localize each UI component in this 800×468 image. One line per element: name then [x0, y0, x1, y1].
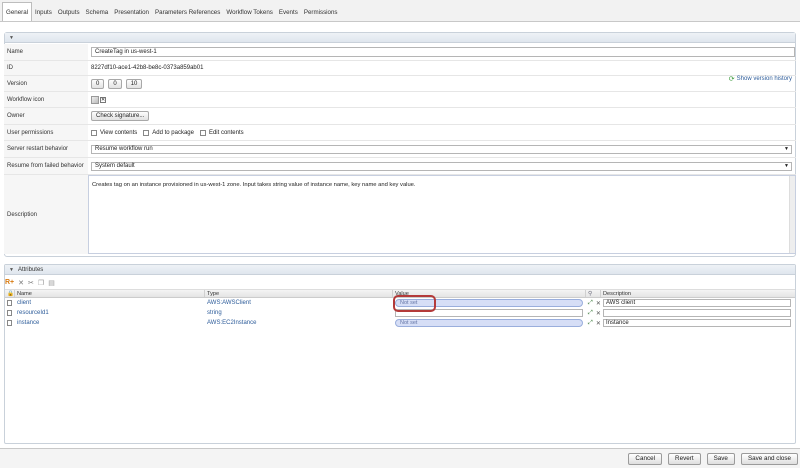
- attribute-value[interactable]: Not set: [395, 319, 583, 327]
- name-row: Name CreateTag in us-west-1: [4, 44, 796, 61]
- view-contents-checkbox[interactable]: [91, 129, 97, 136]
- general-panel-header[interactable]: ▼: [5, 33, 795, 43]
- collapse-caret-icon[interactable]: ▼: [9, 267, 14, 273]
- tab-schema[interactable]: Schema: [83, 4, 112, 21]
- attribute-description[interactable]: Instance: [603, 319, 791, 327]
- collapse-caret-icon[interactable]: ▼: [9, 35, 14, 41]
- copy-icon[interactable]: ❐: [38, 279, 44, 287]
- value-highlight-annotation: [393, 295, 436, 312]
- user-permissions-row: User permissions View contents Add to pa…: [4, 125, 796, 141]
- version-minor[interactable]: 0: [108, 78, 122, 89]
- version-label: Version: [4, 76, 88, 91]
- version-patch[interactable]: 10: [125, 78, 143, 89]
- edit-contents-label: Edit contents: [208, 129, 244, 136]
- paste-icon[interactable]: ▤: [48, 279, 55, 287]
- history-icon: ⟳: [728, 75, 735, 83]
- row-checkbox[interactable]: [7, 300, 12, 306]
- version-major[interactable]: 0: [91, 78, 105, 89]
- bind-link-icon[interactable]: ⤢: [588, 300, 593, 307]
- server-restart-row: Server restart behavior Resume workflow …: [4, 141, 796, 158]
- user-permissions-label: User permissions: [4, 125, 88, 140]
- check-signature-button[interactable]: Check signature...: [91, 111, 150, 121]
- attributes-toolbar: R+ ✕ ✂ ❐ ▤: [5, 278, 55, 287]
- description-textarea[interactable]: Creates tag on an instance provisioned i…: [88, 175, 796, 254]
- attribute-type[interactable]: AWS:AWSClient: [205, 298, 393, 308]
- resume-failed-select[interactable]: System default ▼: [91, 161, 792, 171]
- dropdown-arrow-icon[interactable]: ▼: [783, 146, 790, 153]
- bind-link-icon[interactable]: ⤢: [588, 320, 593, 327]
- show-version-history-link[interactable]: ⟳ Show version history: [729, 75, 792, 83]
- server-restart-select[interactable]: Resume workflow run ▼: [91, 144, 792, 154]
- revert-button[interactable]: Revert: [668, 452, 701, 465]
- workflow-picture-icon[interactable]: [91, 95, 99, 104]
- tab-bar: General Inputs Outputs Schema Presentati…: [0, 0, 800, 22]
- server-restart-label: Server restart behavior: [4, 141, 88, 157]
- add-attribute-icon[interactable]: R+: [5, 279, 14, 286]
- attribute-name[interactable]: resourceId1: [15, 308, 205, 318]
- attribute-type[interactable]: AWS:EC2Instance: [205, 318, 393, 328]
- resume-failed-label: Resume from failed behavior: [4, 158, 88, 174]
- id-row: ID 8227df10-ace1-42b8-be8c-0373a859ab01: [4, 61, 796, 76]
- name-input[interactable]: CreateTag in us-west-1: [91, 47, 795, 57]
- remove-icon[interactable]: ✕: [100, 96, 106, 103]
- id-value: 8227df10-ace1-42b8-be8c-0373a859ab01: [91, 65, 204, 71]
- edit-contents-checkbox[interactable]: [199, 129, 206, 136]
- attribute-type[interactable]: string: [205, 308, 393, 318]
- owner-label: Owner: [4, 108, 88, 124]
- attributes-title: Attributes: [17, 266, 44, 273]
- bottom-action-bar: Cancel Revert Save Save and close: [0, 448, 800, 468]
- column-name[interactable]: Name: [15, 290, 205, 297]
- row-checkbox[interactable]: [7, 320, 12, 326]
- id-label: ID: [4, 61, 88, 75]
- version-row: Version 0 0 10 ⟳ Show version history: [4, 76, 796, 92]
- cut-icon[interactable]: ✂: [28, 279, 34, 287]
- description-row: Description Creates tag on an instance p…: [4, 175, 796, 254]
- dropdown-arrow-icon[interactable]: ▼: [783, 163, 790, 170]
- lock-icon: 🔒: [7, 290, 15, 297]
- description-label: Description: [4, 175, 88, 254]
- delete-icon[interactable]: ✕: [18, 279, 24, 287]
- bind-icon: ⚲: [586, 290, 601, 297]
- bind-link-icon[interactable]: ⤢: [588, 310, 593, 317]
- tab-inputs[interactable]: Inputs: [32, 4, 55, 21]
- save-and-close-button[interactable]: Save and close: [740, 452, 798, 465]
- tab-permissions[interactable]: Permissions: [301, 4, 341, 21]
- tab-workflow-tokens[interactable]: Workflow Tokens: [223, 4, 276, 21]
- attributes-panel-header[interactable]: ▼ Attributes: [5, 265, 795, 275]
- table-row[interactable]: instance AWS:EC2Instance Not set ⤢ ✕ Ins…: [5, 318, 795, 328]
- name-label: Name: [4, 44, 88, 60]
- view-contents-label: View contents: [100, 129, 138, 136]
- attribute-name[interactable]: client: [15, 298, 205, 308]
- attribute-name[interactable]: instance: [15, 318, 205, 328]
- tab-general[interactable]: General: [2, 2, 33, 21]
- cancel-button[interactable]: Cancel: [628, 452, 663, 465]
- textarea-scrollbar[interactable]: [789, 176, 795, 253]
- attribute-description[interactable]: [603, 309, 791, 317]
- resume-failed-row: Resume from failed behavior System defau…: [4, 158, 796, 175]
- attribute-description[interactable]: AWS client: [603, 299, 791, 307]
- column-type[interactable]: Type: [205, 290, 393, 297]
- tab-events[interactable]: Events: [276, 4, 301, 21]
- workflow-icon-label: Workflow icon: [4, 92, 88, 107]
- add-to-package-checkbox[interactable]: [143, 129, 150, 136]
- row-checkbox[interactable]: [7, 310, 12, 316]
- owner-row: Owner Check signature...: [4, 108, 796, 125]
- save-button[interactable]: Save: [706, 452, 735, 465]
- tab-outputs[interactable]: Outputs: [55, 4, 83, 21]
- add-to-package-label: Add to package: [152, 129, 194, 136]
- tab-parameters-references[interactable]: Parameters References: [152, 4, 223, 21]
- tab-presentation[interactable]: Presentation: [111, 4, 152, 21]
- column-description[interactable]: Description: [601, 290, 795, 297]
- workflow-icon-row: Workflow icon ✕: [4, 92, 796, 108]
